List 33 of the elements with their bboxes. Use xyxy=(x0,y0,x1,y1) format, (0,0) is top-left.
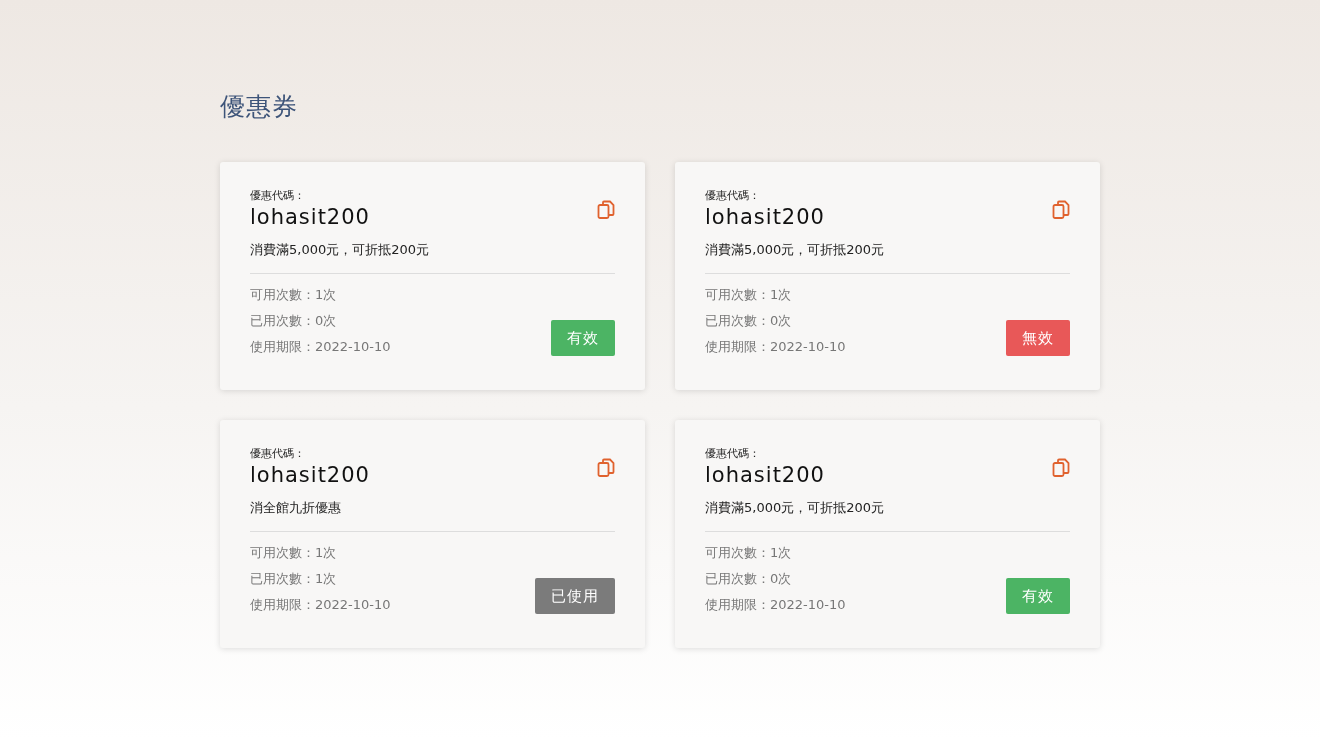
copy-icon[interactable] xyxy=(597,458,615,478)
copy-icon[interactable] xyxy=(1052,200,1070,220)
coupon-code: lohasit200 xyxy=(705,462,825,488)
code-label: 優惠代碼： xyxy=(705,188,761,204)
coupon-description: 消費滿5,000元，可折抵200元 xyxy=(250,239,615,275)
used-count: 已用次數：0次 xyxy=(705,570,793,589)
status-badge: 無效 xyxy=(1006,319,1070,357)
used-count: 已用次數：1次 xyxy=(250,570,338,589)
coupon-description: 消費滿5,000元，可折抵200元 xyxy=(705,497,1070,533)
code-label: 優惠代碼： xyxy=(705,446,761,462)
status-badge: 已使用 xyxy=(535,577,615,615)
used-count: 已用次數：0次 xyxy=(705,312,793,331)
page-title: 優惠券 xyxy=(220,92,299,122)
copy-icon[interactable] xyxy=(1052,458,1070,478)
status-badge: 有效 xyxy=(1006,577,1070,615)
available-uses: 可用次數：1次 xyxy=(250,286,338,305)
available-uses: 可用次數：1次 xyxy=(250,544,338,563)
available-uses: 可用次數：1次 xyxy=(705,286,793,305)
coupon-code: lohasit200 xyxy=(705,204,825,230)
code-label: 優惠代碼： xyxy=(250,446,306,462)
copy-icon[interactable] xyxy=(597,200,615,220)
available-uses: 可用次數：1次 xyxy=(705,544,793,563)
status-badge: 有效 xyxy=(551,319,615,357)
coupon-code: lohasit200 xyxy=(250,462,370,488)
coupon-code: lohasit200 xyxy=(250,204,370,230)
coupon-description: 消費滿5,000元，可折抵200元 xyxy=(705,239,1070,275)
coupon-description: 消全館九折優惠 xyxy=(250,497,615,533)
used-count: 已用次數：0次 xyxy=(250,312,338,331)
expiry-date: 使用期限：2022-10-10 xyxy=(250,338,391,357)
code-label: 優惠代碼： xyxy=(250,188,306,204)
expiry-date: 使用期限：2022-10-10 xyxy=(705,338,846,357)
expiry-date: 使用期限：2022-10-10 xyxy=(250,596,391,615)
expiry-date: 使用期限：2022-10-10 xyxy=(705,596,846,615)
